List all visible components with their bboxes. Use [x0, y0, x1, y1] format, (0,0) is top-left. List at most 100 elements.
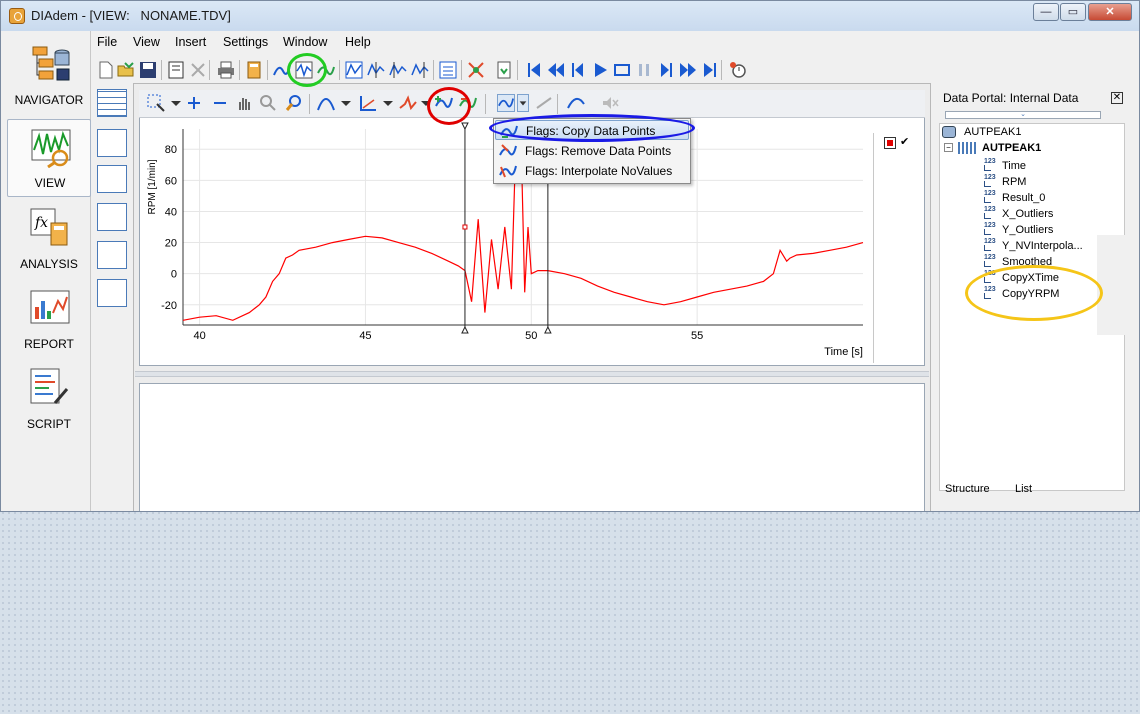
numeric-channel-icon: 123: [984, 254, 998, 267]
dropdown-arrow-icon[interactable]: [167, 94, 185, 112]
menu-window[interactable]: Window: [283, 35, 327, 49]
dropdown-arrow-icon[interactable]: [517, 94, 529, 112]
layout-table-thumb[interactable]: [97, 89, 127, 117]
cursor-tool-1-icon[interactable]: [345, 61, 363, 79]
panel-splitter[interactable]: [135, 371, 929, 377]
flag-channel-icon[interactable]: [295, 61, 313, 79]
legend-color-swatch[interactable]: [884, 137, 896, 149]
menu-item-flags-copy-data-points[interactable]: Flags: Copy Data Points: [495, 120, 689, 140]
save-icon[interactable]: [139, 61, 157, 79]
fast-forward-icon[interactable]: [679, 61, 697, 79]
nav-navigator-label: NAVIGATOR: [14, 93, 84, 107]
flag-reset-icon[interactable]: [459, 94, 477, 112]
cursor-handle-bottom[interactable]: [461, 325, 469, 334]
script-icon: [30, 368, 69, 404]
dropdown-arrow-icon[interactable]: [379, 94, 397, 112]
layout-grid-thumb[interactable]: [97, 129, 127, 157]
export-icon[interactable]: [495, 61, 513, 79]
nav-script-label: SCRIPT: [26, 417, 71, 431]
zoom-in-icon[interactable]: [185, 94, 203, 112]
layout-quad-thumb[interactable]: [97, 241, 127, 269]
new-file-icon[interactable]: [97, 61, 115, 79]
step-forward-icon[interactable]: [657, 61, 675, 79]
properties-icon[interactable]: [167, 61, 185, 79]
flag-remove-icon: [499, 144, 517, 156]
peak-detect-icon[interactable]: [399, 94, 417, 112]
open-folder-icon[interactable]: [117, 61, 135, 79]
y-tick-label: 0: [171, 269, 177, 281]
axis-tool-icon[interactable]: [359, 94, 377, 112]
pause-icon[interactable]: [635, 61, 653, 79]
fast-back-icon[interactable]: [547, 61, 565, 79]
menu-item-flags-interpolate-novalues[interactable]: Flags: Interpolate NoValues: [495, 161, 689, 181]
mark-tool-icon[interactable]: [467, 61, 485, 79]
nav-report[interactable]: REPORT: [7, 279, 91, 357]
list-icon[interactable]: [439, 61, 457, 79]
nav-navigator[interactable]: NAVIGATOR: [7, 35, 91, 113]
x-tick-label: 50: [525, 330, 537, 342]
data-portal-title: Data Portal: Internal Data: [943, 91, 1079, 105]
flag-copy-active-icon[interactable]: [497, 94, 515, 112]
tree-channel-label: Time: [1002, 160, 1027, 172]
nav-analysis[interactable]: fx ANALYSIS: [7, 199, 91, 277]
menu-item-flags-remove-data-points[interactable]: Flags: Remove Data Points: [495, 141, 689, 161]
layout-split-thumb[interactable]: [97, 165, 127, 193]
collapse-icon[interactable]: −: [944, 143, 953, 152]
layout-settings-thumb[interactable]: [97, 279, 127, 307]
nav-script[interactable]: SCRIPT: [7, 359, 91, 437]
magnifier-icon[interactable]: [285, 94, 303, 112]
pan-hand-icon[interactable]: [235, 94, 253, 112]
peak-tool-icon[interactable]: [317, 94, 335, 112]
fit-curve-icon[interactable]: [567, 94, 585, 112]
step-back-icon[interactable]: [569, 61, 587, 79]
menu-help[interactable]: Help: [345, 35, 371, 49]
x-tick-label: 45: [359, 330, 371, 342]
sound-off-icon[interactable]: [601, 94, 619, 112]
cursor-handle-top[interactable]: [461, 122, 469, 131]
menu-insert[interactable]: Insert: [175, 35, 206, 49]
close-button[interactable]: ✕: [1088, 3, 1132, 21]
numeric-channel-icon: 123: [984, 190, 998, 203]
title-bar[interactable]: DIAdem - [VIEW: NONAME.TDV] — ▭ ✕: [1, 1, 1139, 31]
tab-list[interactable]: List: [1015, 483, 1032, 495]
print-icon[interactable]: [217, 61, 235, 79]
view-toolbar: [139, 90, 925, 118]
numeric-channel-icon: 123: [984, 158, 998, 171]
close-icon[interactable]: ✕: [1111, 92, 1123, 104]
maximize-button[interactable]: ▭: [1060, 3, 1086, 21]
timer-icon[interactable]: [729, 61, 747, 79]
minimize-button[interactable]: —: [1033, 3, 1059, 21]
dropdown-arrow-icon[interactable]: [337, 94, 355, 112]
last-icon[interactable]: [701, 61, 719, 79]
menu-file[interactable]: File: [97, 35, 117, 49]
zoom-region-icon[interactable]: [147, 94, 165, 112]
cursor-handle-bottom[interactable]: [544, 325, 552, 334]
delete-icon[interactable]: [189, 61, 207, 79]
flag-clear-icon[interactable]: [535, 94, 553, 112]
layout-rows-thumb[interactable]: [97, 203, 127, 231]
tree-group-label: AUTPEAK1: [982, 142, 1042, 154]
cursor-tool-3-icon[interactable]: [389, 61, 407, 79]
flag-set-icon[interactable]: [435, 94, 453, 112]
legend-checkbox[interactable]: ✔: [900, 135, 909, 148]
cursor-tool-4-icon[interactable]: [411, 61, 429, 79]
y-tick-label: -20: [161, 300, 177, 312]
curve-tool-icon[interactable]: [273, 61, 291, 79]
loop-icon[interactable]: [613, 61, 631, 79]
menu-settings[interactable]: Settings: [223, 35, 268, 49]
first-icon[interactable]: [525, 61, 543, 79]
zoom-reset-icon[interactable]: [259, 94, 277, 112]
layout-thumbnails: [93, 85, 129, 315]
calculator-icon[interactable]: [245, 61, 263, 79]
zoom-out-icon[interactable]: [211, 94, 229, 112]
portal-collapse-handle[interactable]: ⌄: [945, 111, 1101, 119]
database-icon: [942, 126, 956, 138]
curve-copy-icon[interactable]: [317, 61, 335, 79]
window-title: DIAdem - [VIEW: NONAME.TDV]: [31, 8, 231, 23]
tab-structure[interactable]: Structure: [945, 483, 990, 495]
play-icon[interactable]: [591, 61, 609, 79]
dropdown-arrow-icon[interactable]: [417, 94, 435, 112]
cursor-tool-2-icon[interactable]: [367, 61, 385, 79]
nav-view[interactable]: VIEW: [7, 119, 91, 197]
menu-view[interactable]: View: [133, 35, 160, 49]
